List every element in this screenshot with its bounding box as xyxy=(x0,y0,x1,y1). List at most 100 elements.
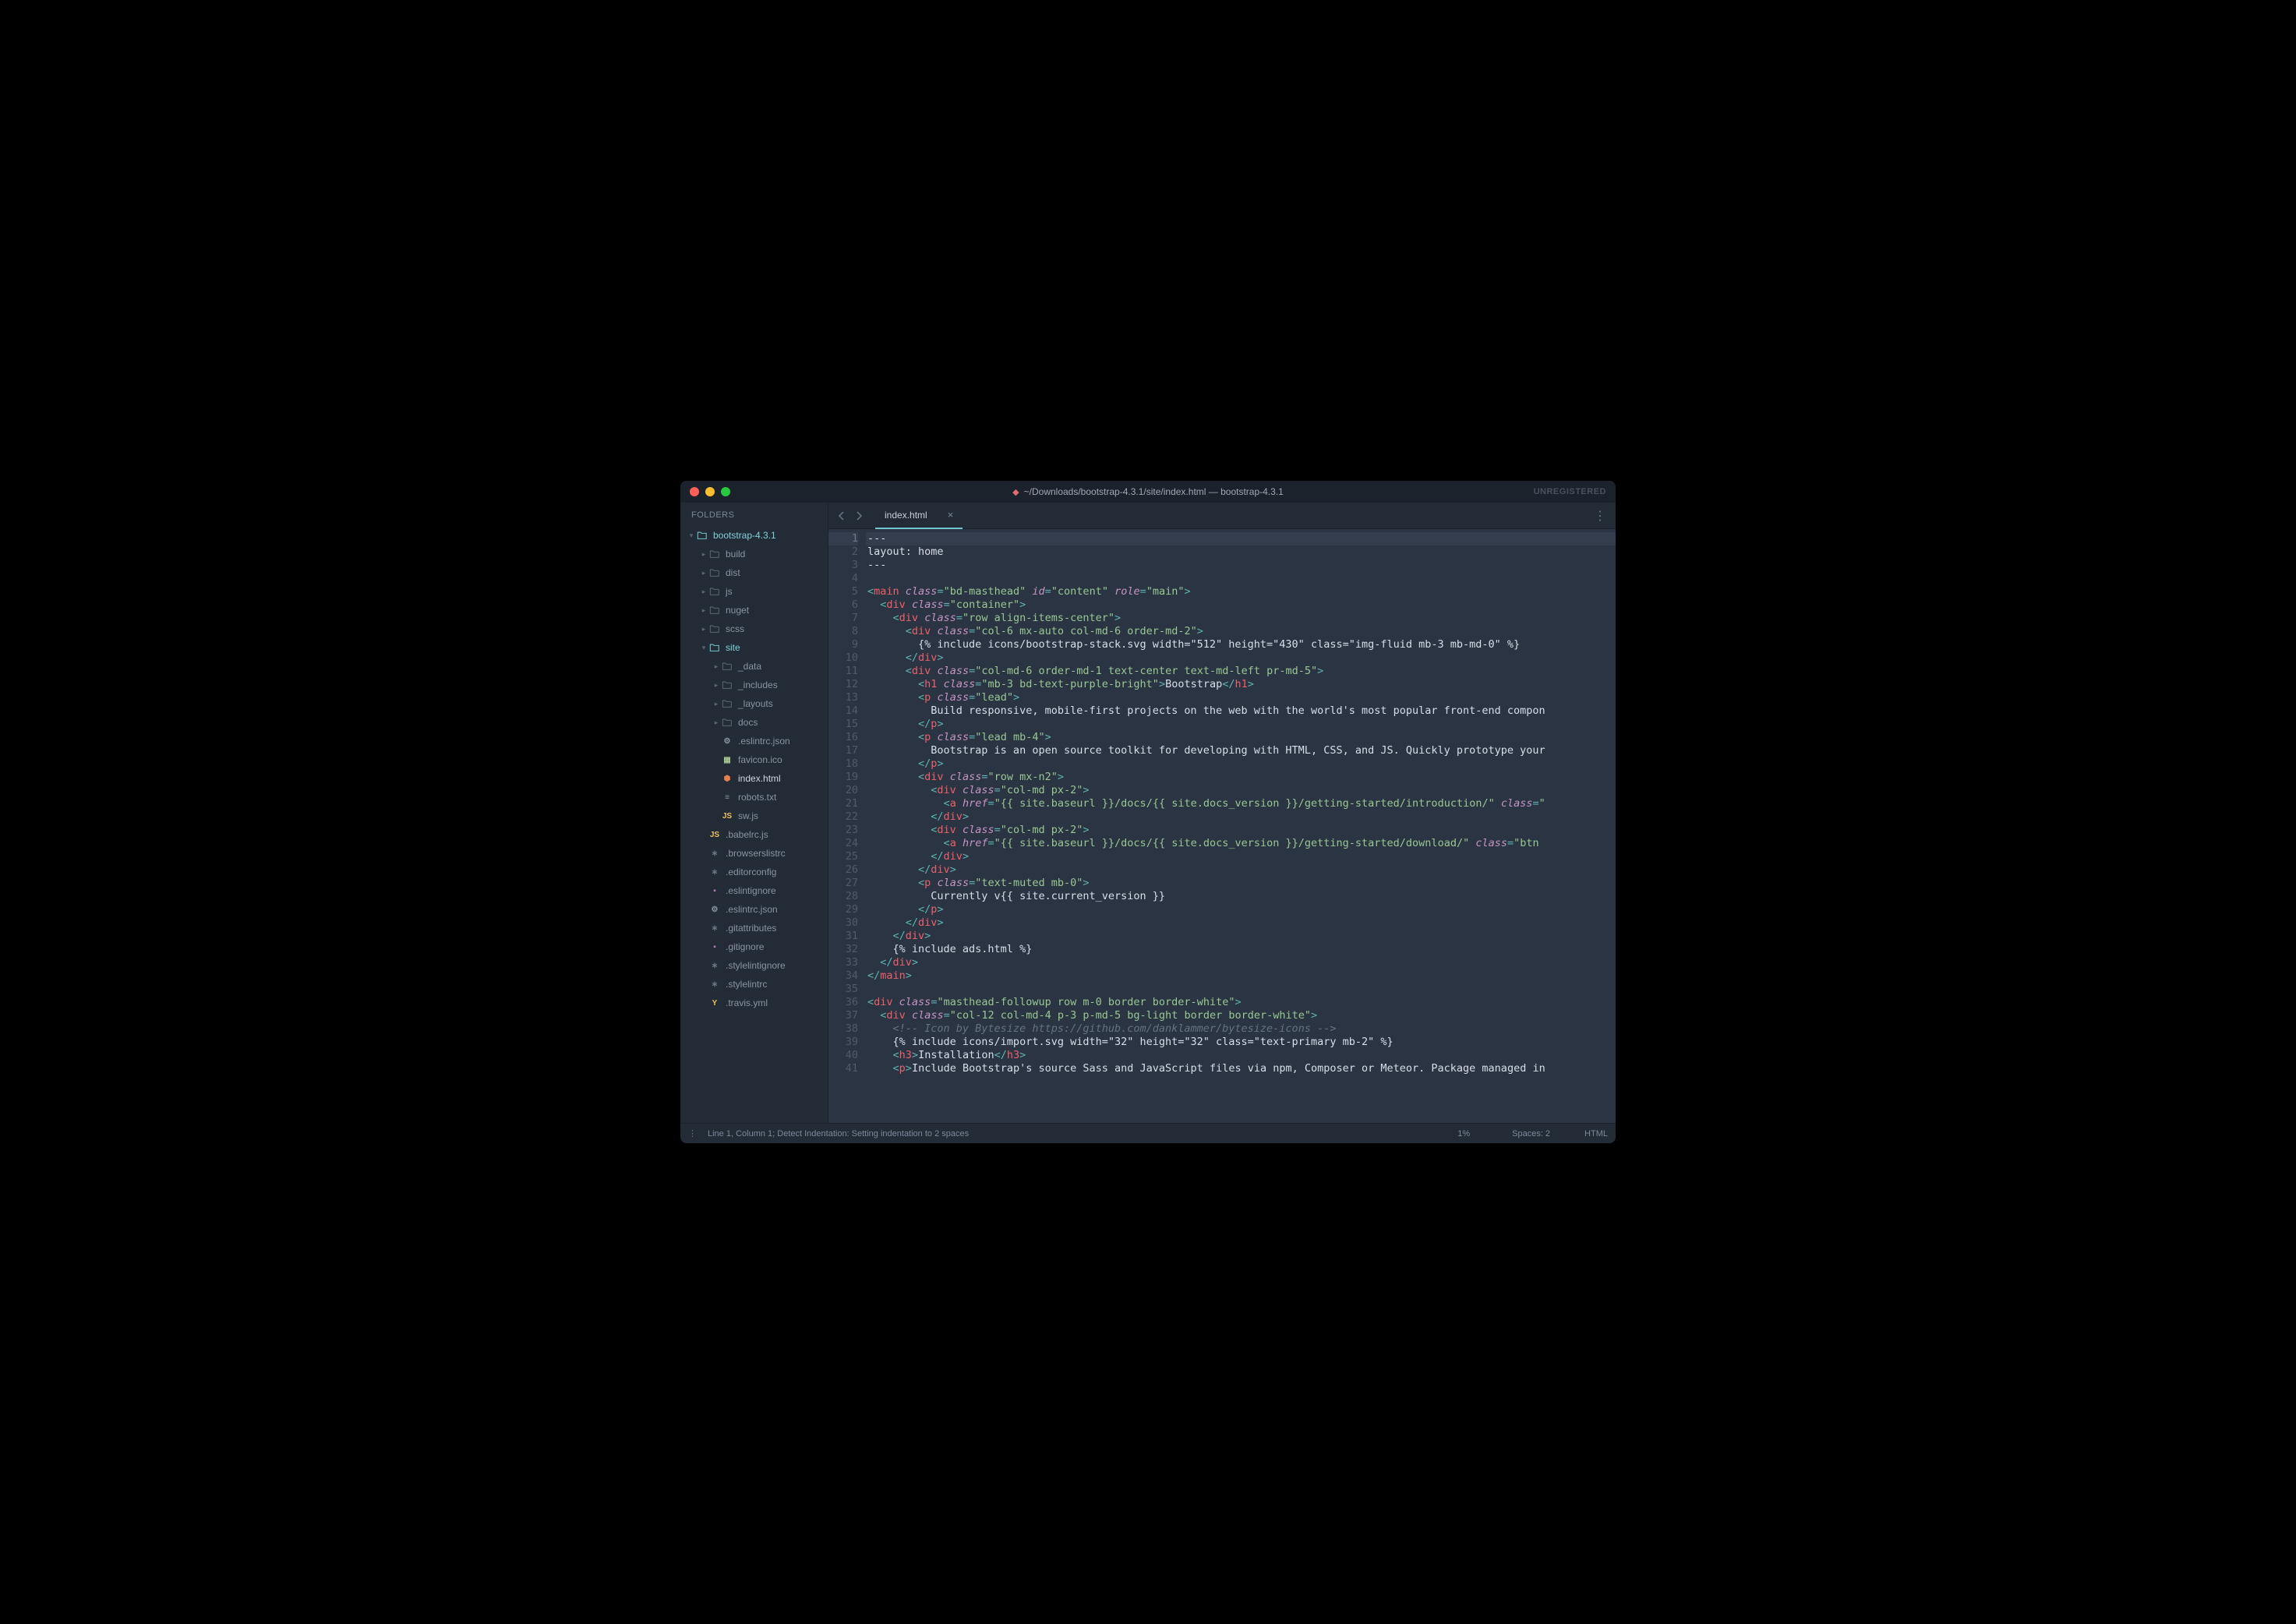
folder-item[interactable]: ▸_data xyxy=(680,657,828,676)
code-editor[interactable]: 1234567891011121314151617181920212223242… xyxy=(828,529,1616,1123)
file-item[interactable]: ∗.stylelintignore xyxy=(680,956,828,975)
folder-item[interactable]: ▾site xyxy=(680,638,828,657)
code-line[interactable]: <h3>Installation</h3> xyxy=(866,1049,1616,1062)
code-line[interactable]: <div class="col-md px-2"> xyxy=(866,824,1616,837)
code-line[interactable]: layout: home xyxy=(866,545,1616,559)
code-line[interactable]: <div class="col-md px-2"> xyxy=(866,784,1616,797)
tab-overflow-menu[interactable]: ⋮ xyxy=(1589,508,1611,524)
code-line[interactable]: <main class="bd-masthead" id="content" r… xyxy=(866,585,1616,598)
status-menu-button[interactable]: ⋮ xyxy=(688,1128,697,1139)
code-line[interactable]: {% include ads.html %} xyxy=(866,943,1616,956)
code-line[interactable]: </div> xyxy=(866,863,1616,877)
code-line[interactable] xyxy=(866,983,1616,996)
code-line[interactable]: {% include icons/bootstrap-stack.svg wid… xyxy=(866,638,1616,651)
code-line[interactable]: </p> xyxy=(866,718,1616,731)
code-line[interactable]: <div class="col-md-6 order-md-1 text-cen… xyxy=(866,665,1616,678)
sidebar: FOLDERS ▾bootstrap-4.3.1▸build▸dist▸js▸n… xyxy=(680,503,828,1123)
folder-item[interactable]: ▸_includes xyxy=(680,676,828,694)
code-line[interactable]: <div class="container"> xyxy=(866,598,1616,612)
code-line[interactable]: {% include icons/import.svg width="32" h… xyxy=(866,1036,1616,1049)
main-body: FOLDERS ▾bootstrap-4.3.1▸build▸dist▸js▸n… xyxy=(680,503,1616,1123)
code-line[interactable]: </p> xyxy=(866,757,1616,771)
folder-open-icon xyxy=(696,529,708,542)
code-line[interactable]: <div class="row align-items-center"> xyxy=(866,612,1616,625)
tree-item-label: .eslintrc.json xyxy=(738,736,790,747)
js-file-icon: JS xyxy=(708,828,721,841)
code-line[interactable]: <p class="lead mb-4"> xyxy=(866,731,1616,744)
folder-item[interactable]: ▸nuget xyxy=(680,601,828,620)
code-line[interactable]: Build responsive, mobile-first projects … xyxy=(866,704,1616,718)
file-item[interactable]: ⬢index.html xyxy=(680,769,828,788)
file-item[interactable]: JS.babelrc.js xyxy=(680,825,828,844)
folder-item[interactable]: ▸scss xyxy=(680,620,828,638)
tab-index-html[interactable]: index.html × xyxy=(875,503,963,529)
code-line[interactable]: <p class="text-muted mb-0"> xyxy=(866,877,1616,890)
file-item[interactable]: ⚙.eslintrc.json xyxy=(680,732,828,750)
tree-item-label: js xyxy=(726,586,733,597)
disclosure-arrow-icon: ▸ xyxy=(699,550,708,559)
titlebar: ◆ ~/Downloads/bootstrap-4.3.1/site/index… xyxy=(680,481,1616,503)
code-line[interactable]: Currently v{{ site.current_version }} xyxy=(866,890,1616,903)
code-content[interactable]: ---layout: home--- <main class="bd-masth… xyxy=(866,529,1616,1123)
close-window-button[interactable] xyxy=(690,487,699,496)
code-line[interactable]: <h1 class="mb-3 bd-text-purple-bright">B… xyxy=(866,678,1616,691)
folder-item[interactable]: ▸ build xyxy=(680,545,828,563)
code-line[interactable]: </main> xyxy=(866,969,1616,983)
code-line[interactable]: <p>Include Bootstrap's source Sass and J… xyxy=(866,1062,1616,1075)
status-position[interactable]: Line 1, Column 1; Detect Indentation: Se… xyxy=(708,1129,969,1139)
code-line[interactable]: </div> xyxy=(866,956,1616,969)
code-line[interactable]: </div> xyxy=(866,810,1616,824)
code-line[interactable]: </p> xyxy=(866,903,1616,916)
file-item[interactable]: ∗.gitattributes xyxy=(680,919,828,937)
file-item[interactable]: ∗.browserslistrc xyxy=(680,844,828,863)
file-item[interactable]: ▪.gitignore xyxy=(680,937,828,956)
file-item[interactable]: Y.travis.yml xyxy=(680,994,828,1012)
file-item[interactable]: JSsw.js xyxy=(680,807,828,825)
code-line[interactable]: <!-- Icon by Bytesize https://github.com… xyxy=(866,1022,1616,1036)
folder-item[interactable]: ▸docs xyxy=(680,713,828,732)
file-item[interactable]: ≡robots.txt xyxy=(680,788,828,807)
code-line[interactable]: <div class="col-12 col-md-4 p-3 p-md-5 b… xyxy=(866,1009,1616,1022)
file-item[interactable]: ▦favicon.ico xyxy=(680,750,828,769)
disclosure-arrow-icon: ▸ xyxy=(699,606,708,615)
folder-item[interactable]: ▸_layouts xyxy=(680,694,828,713)
code-line[interactable]: --- xyxy=(866,559,1616,572)
code-line[interactable]: </div> xyxy=(866,651,1616,665)
code-line[interactable]: <div class="masthead-followup row m-0 bo… xyxy=(866,996,1616,1009)
code-line[interactable]: <a href="{{ site.baseurl }}/docs/{{ site… xyxy=(866,797,1616,810)
tree-item-label: .stylelintrc xyxy=(726,979,767,990)
nav-back-button[interactable] xyxy=(833,507,850,524)
code-line[interactable]: --- xyxy=(866,532,1616,545)
tab-close-button[interactable]: × xyxy=(948,509,954,521)
generic-file-icon: ∗ xyxy=(708,959,721,972)
code-line[interactable]: <a href="{{ site.baseurl }}/docs/{{ site… xyxy=(866,837,1616,850)
tree-item-label: docs xyxy=(738,717,758,728)
folder-item[interactable]: ▸js xyxy=(680,582,828,601)
code-line[interactable]: <div class="col-6 mx-auto col-md-6 order… xyxy=(866,625,1616,638)
file-item[interactable]: ▪.eslintignore xyxy=(680,881,828,900)
folder-item[interactable]: ▾bootstrap-4.3.1 xyxy=(680,526,828,545)
code-line[interactable]: </div> xyxy=(866,916,1616,930)
tree-item-label: build xyxy=(726,549,745,560)
nav-forward-button[interactable] xyxy=(850,507,867,524)
file-item[interactable]: ⚙.eslintrc.json xyxy=(680,900,828,919)
status-syntax[interactable]: HTML xyxy=(1584,1129,1608,1139)
code-line[interactable]: <div class="row mx-n2"> xyxy=(866,771,1616,784)
folder-item[interactable]: ▸dist xyxy=(680,563,828,582)
status-indentation[interactable]: Spaces: 2 xyxy=(1512,1129,1550,1139)
code-line[interactable]: Bootstrap is an open source toolkit for … xyxy=(866,744,1616,757)
code-line[interactable]: </div> xyxy=(866,850,1616,863)
tree-item-label: favicon.ico xyxy=(738,754,782,765)
maximize-window-button[interactable] xyxy=(721,487,730,496)
chevron-left-icon xyxy=(837,511,846,521)
minimize-window-button[interactable] xyxy=(705,487,715,496)
folder-open-icon xyxy=(708,641,721,654)
file-item[interactable]: ∗.editorconfig xyxy=(680,863,828,881)
folder-tree[interactable]: ▾bootstrap-4.3.1▸build▸dist▸js▸nuget▸scs… xyxy=(680,526,828,1123)
folder-icon xyxy=(708,567,721,579)
code-line[interactable]: <p class="lead"> xyxy=(866,691,1616,704)
file-item[interactable]: ∗.stylelintrc xyxy=(680,975,828,994)
code-line[interactable] xyxy=(866,572,1616,585)
generic-file-icon: ∗ xyxy=(708,847,721,860)
code-line[interactable]: </div> xyxy=(866,930,1616,943)
